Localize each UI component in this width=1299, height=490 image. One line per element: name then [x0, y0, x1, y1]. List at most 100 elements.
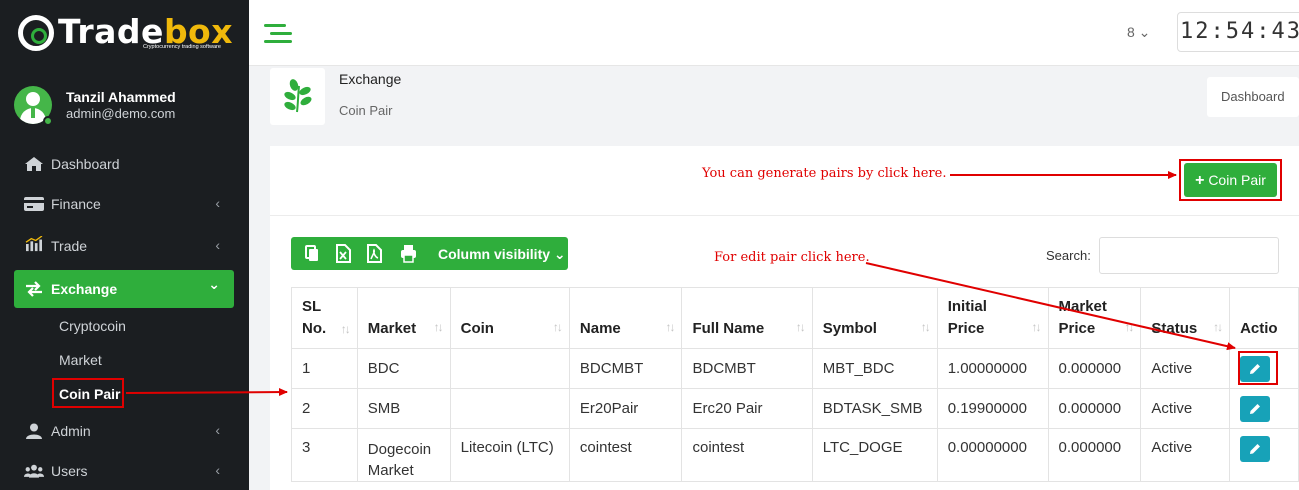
- breadcrumb-dashboard[interactable]: Dashboard: [1207, 77, 1299, 117]
- sort-icon: ↑↓: [433, 320, 444, 334]
- sort-icon: ↑↓: [1213, 320, 1223, 334]
- column-header-label: Initial Price: [947, 298, 987, 337]
- annotation-generate-hint: You can generate pairs by click here.: [702, 166, 947, 181]
- cell-initial-price: 1.00000000: [936, 348, 1049, 389]
- sort-icon: ↑↓: [552, 320, 563, 334]
- online-status-dot: [43, 116, 53, 126]
- table-header-row: SL No. ↑↓ Market ↑↓ Coin ↑↓ Name ↑↓ Full Nam…: [291, 287, 1299, 349]
- cell-full-name: cointest: [681, 428, 813, 482]
- column-header-symbol[interactable]: Symbol ↑↓: [811, 287, 938, 349]
- sort-icon: ↑↓: [1124, 320, 1134, 334]
- cell-coin: [449, 348, 570, 389]
- cell-symbol: MBT_BDC: [811, 348, 938, 389]
- column-header-initial-price[interactable]: Initial Price ↑↓: [936, 287, 1049, 349]
- annotation-edit-hint: For edit pair click here.: [714, 250, 870, 265]
- column-header-market[interactable]: Market ↑↓: [356, 287, 451, 349]
- table-row: 3 Dogecoin Market Litecoin (LTC) cointes…: [291, 428, 1299, 482]
- cell-initial-price: 0.00000000: [936, 428, 1049, 482]
- sidebar: Tradebox Cryptocurrency trading software…: [0, 0, 249, 490]
- sidebar-item-label: Users: [51, 463, 88, 479]
- cell-name: Er20Pair: [568, 388, 683, 429]
- cell-market: SMB: [356, 388, 451, 429]
- copy-button[interactable]: [294, 237, 327, 270]
- column-header-action: Actio: [1229, 287, 1299, 349]
- language-selector[interactable]: 8 ⌄: [1127, 24, 1150, 41]
- cell-action: [1229, 428, 1299, 482]
- column-header-label: Market: [367, 320, 417, 337]
- sidebar-item-label: Exchange: [51, 281, 118, 297]
- cell-coin: Litecoin (LTC): [449, 428, 570, 482]
- cell-sl: 1: [291, 348, 358, 389]
- column-header-sl[interactable]: SL No. ↑↓: [291, 287, 358, 349]
- card-divider: [270, 215, 1299, 216]
- cell-full-name: BDCMBT: [681, 348, 813, 389]
- chevron-left-icon: ‹: [215, 195, 220, 211]
- search-input[interactable]: [1099, 237, 1279, 274]
- menu-toggle-icon[interactable]: [264, 24, 292, 44]
- user-name: Tanzil Ahammed: [66, 89, 176, 105]
- table-row: 1 BDC BDCMBT BDCMBT MBT_BDC 1.00000000 0…: [291, 348, 1299, 389]
- user-email: admin@demo.com: [66, 106, 176, 121]
- column-header-market-price[interactable]: Market Price ↑↓: [1047, 287, 1142, 349]
- sidebar-item-label: Finance: [51, 196, 101, 212]
- column-header-full-name[interactable]: Full Name ↑↓: [681, 287, 813, 349]
- plus-icon: +: [1195, 172, 1205, 189]
- cell-market-price: 0.000000: [1047, 428, 1142, 482]
- edit-pair-button[interactable]: [1240, 436, 1271, 462]
- cell-market: Dogecoin Market: [356, 428, 451, 482]
- edit-pair-button[interactable]: [1240, 395, 1271, 422]
- cell-symbol: LTC_DOGE: [811, 428, 938, 482]
- topbar: 8 ⌄ 12:54:43: [249, 0, 1299, 66]
- cell-status: Active: [1140, 428, 1231, 482]
- column-header-status[interactable]: Status ↑↓: [1140, 287, 1231, 349]
- cell-status: Active: [1140, 388, 1231, 429]
- chevron-left-icon: ‹: [215, 462, 220, 478]
- chevron-left-icon: ‹: [215, 422, 220, 438]
- digital-clock: 12:54:43: [1177, 12, 1299, 52]
- print-button[interactable]: [392, 237, 425, 270]
- cell-sl: 3: [291, 428, 358, 482]
- copy-icon: [305, 245, 318, 261]
- sidebar-item-finance[interactable]: Finance ‹: [14, 185, 234, 223]
- column-header-name[interactable]: Name ↑↓: [568, 287, 683, 349]
- column-header-label: Market Price: [1058, 298, 1107, 337]
- table-row: 2 SMB Er20Pair Erc20 Pair BDTASK_SMB 0.1…: [291, 388, 1299, 429]
- sort-icon: ↑↓: [795, 320, 806, 334]
- submenu-item-cryptocoin[interactable]: Cryptocoin: [59, 318, 126, 334]
- cell-full-name: Erc20 Pair: [681, 388, 813, 429]
- cell-market: BDC: [356, 348, 451, 389]
- cell-market-price: 0.000000: [1047, 388, 1142, 429]
- brand-logo[interactable]: Tradebox Cryptocurrency trading software: [18, 12, 238, 54]
- sidebar-item-trade[interactable]: Trade ‹: [14, 227, 234, 265]
- export-button-group: Column visibility ⌄: [291, 237, 568, 270]
- chevron-down-icon: ⌄: [553, 246, 566, 262]
- column-visibility-button[interactable]: Column visibility ⌄: [438, 246, 566, 263]
- column-header-label: Actio: [1240, 320, 1278, 337]
- add-coin-pair-button[interactable]: + Coin Pair: [1184, 163, 1277, 197]
- sidebar-item-dashboard[interactable]: Dashboard: [14, 145, 234, 183]
- home-icon: [25, 157, 43, 171]
- sidebar-item-label: Admin: [51, 423, 91, 439]
- column-header-label: SL No.: [302, 298, 327, 337]
- chevron-left-icon: ‹: [215, 237, 220, 253]
- cell-initial-price: 0.19900000: [936, 388, 1049, 429]
- sidebar-item-users[interactable]: Users ‹: [14, 452, 234, 490]
- cell-name: BDCMBT: [568, 348, 683, 389]
- sidebar-item-label: Dashboard: [51, 156, 120, 172]
- pencil-icon: [1250, 444, 1261, 454]
- sidebar-item-admin[interactable]: Admin ‹: [14, 412, 234, 450]
- add-coin-pair-label: Coin Pair: [1208, 172, 1266, 188]
- cell-action: [1229, 388, 1299, 429]
- column-header-coin[interactable]: Coin ↑↓: [449, 287, 570, 349]
- annotation-highlight-box: [52, 378, 124, 408]
- column-visibility-label: Column visibility: [438, 246, 551, 262]
- annotation-highlight-box: [1238, 351, 1278, 385]
- submenu-item-market[interactable]: Market: [59, 352, 102, 368]
- user-icon: [26, 423, 42, 439]
- cell-sl: 2: [291, 388, 358, 429]
- export-excel-button[interactable]: [327, 237, 360, 270]
- sidebar-item-exchange[interactable]: Exchange ⌄: [14, 270, 234, 308]
- sort-icon: ↑↓: [1031, 320, 1042, 334]
- users-icon: [24, 464, 44, 478]
- export-pdf-button[interactable]: [358, 237, 391, 270]
